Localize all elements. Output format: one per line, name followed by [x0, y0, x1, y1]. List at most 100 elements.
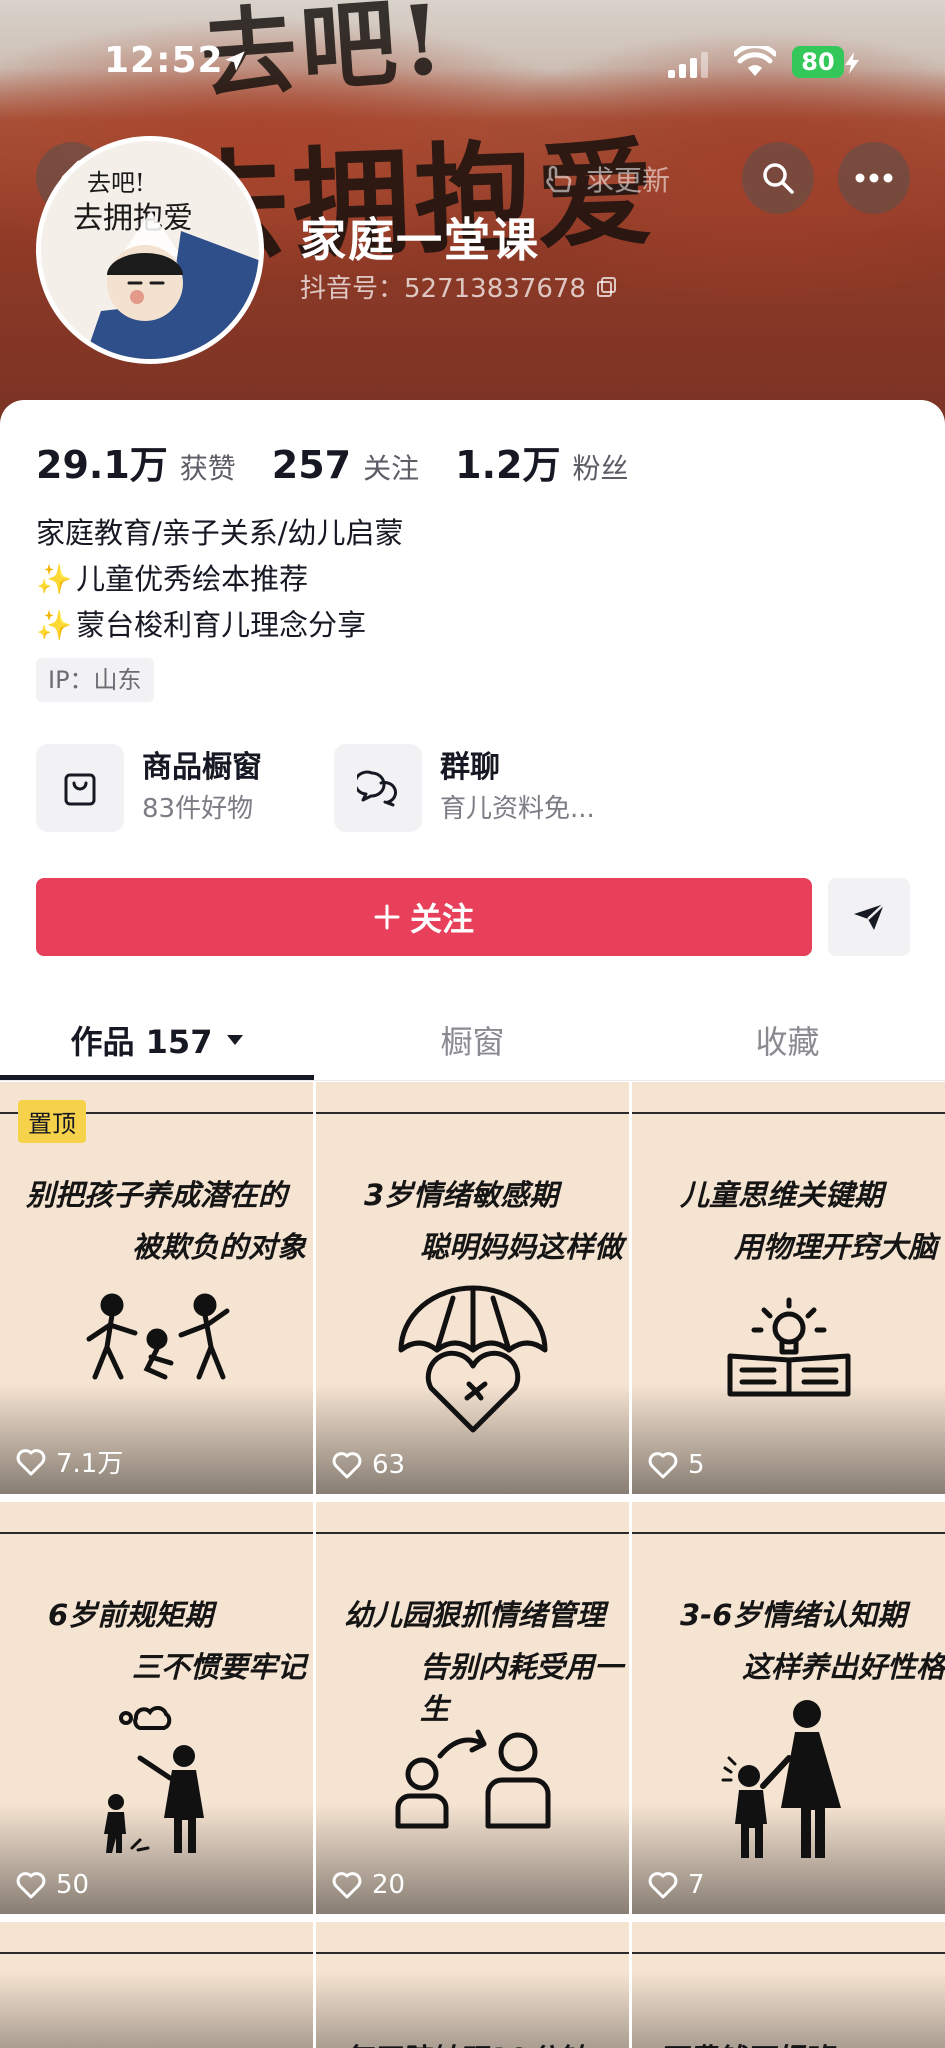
video-tile[interactable]: 置顶 别把孩子养成潜在的 被欺负的对象 7.1万 — [0, 1082, 313, 1494]
stat-followers[interactable]: 1.2万 粉丝 — [455, 434, 628, 489]
like-count-value: 50 — [56, 1870, 90, 1900]
more-options-button[interactable] — [838, 142, 910, 214]
bio-line-3: ✨ 蒙台梭利育儿理念分享 — [36, 602, 404, 648]
battery-icon: 80 — [792, 46, 844, 78]
video-title-line-1: 每天陪娃玩10分钟 — [316, 2036, 629, 2048]
video-title-line-2: 聪明妈妈这样做 — [420, 1230, 624, 1264]
video-title-line-1: 儿童思维关键期 — [680, 1178, 884, 1212]
parent-scolding-child-icon — [103, 1706, 204, 1853]
profile-card: 29.1万 获赞 257 关注 1.2万 粉丝 家庭教育/亲子关系/幼儿启蒙 ✨… — [0, 400, 945, 2048]
video-tile[interactable]: 每天陪娃玩10分钟 — [316, 1922, 629, 2048]
group-chat-title: 群聊 — [440, 750, 500, 785]
like-count-value: 5 — [688, 1450, 705, 1480]
cellular-signal-icon — [668, 52, 708, 78]
plus-icon — [374, 904, 400, 930]
heart-icon — [332, 1452, 362, 1479]
stat-followers-label: 粉丝 — [572, 452, 629, 485]
pinned-badge: 置顶 — [18, 1100, 86, 1143]
like-count: 20 — [332, 1870, 405, 1900]
stat-likes[interactable]: 29.1万 获赞 — [36, 434, 236, 489]
tab-works[interactable]: 作品 157 — [0, 1000, 315, 1080]
more-dots-icon — [855, 173, 893, 183]
avatar[interactable]: 去吧! 去拥抱爱 — [36, 136, 264, 364]
copy-icon[interactable] — [596, 276, 618, 298]
mother-child-icon — [721, 1700, 841, 1858]
video-title-line-2: 三不惯要牢记 — [132, 1650, 307, 1684]
video-title-line-1: 宝宝声音敏感期 — [0, 2040, 313, 2048]
bully-figures-icon — [86, 1293, 229, 1380]
like-count-value: 7.1万 — [56, 1449, 124, 1479]
video-title-line-1: 3岁情绪敏感期 — [364, 1178, 559, 1212]
wifi-icon — [734, 46, 776, 76]
group-chat-subtitle: 育儿资料免... — [440, 794, 595, 824]
video-tile[interactable]: 3岁情绪敏感期 聪明妈妈这样做 63 — [316, 1082, 629, 1494]
heart-icon — [16, 1448, 46, 1475]
bio-line-2-text: 儿童优秀绘本推荐 — [76, 562, 309, 596]
video-title-line-2: 被欺负的对象 — [132, 1230, 307, 1264]
profile-tabs: 作品 157 橱窗 收藏 — [0, 1000, 945, 1080]
shop-window-title: 商品橱窗 — [142, 750, 262, 785]
video-tile[interactable]: 不费钱不报班 — [632, 1922, 945, 2048]
sparkle-icon: ✨ — [36, 562, 73, 596]
video-tile[interactable]: 6岁前规矩期 三不惯要牢记 50 — [0, 1502, 313, 1914]
like-count-value: 7 — [688, 1870, 705, 1900]
bio-line-2: ✨ 儿童优秀绘本推荐 — [36, 556, 404, 602]
like-count: 50 — [16, 1870, 89, 1900]
shop-window-entry[interactable]: 商品橱窗 83件好物 — [36, 744, 262, 832]
tab-divider — [0, 1080, 945, 1081]
search-icon — [763, 163, 794, 194]
video-title-line-1: 别把孩子养成潜在的 — [26, 1178, 288, 1212]
stat-likes-value: 29.1万 — [36, 443, 168, 487]
like-count-value: 63 — [372, 1450, 406, 1480]
status-time: 12:52 — [104, 40, 224, 81]
video-title-line-1: 不费钱不报班 — [632, 2036, 945, 2048]
tab-works-label: 作品 157 — [70, 1023, 213, 1061]
charging-bolt-icon — [845, 52, 859, 74]
caret-down-icon[interactable] — [226, 1034, 244, 1046]
follow-label: 关注 — [409, 900, 474, 938]
location-arrow-icon — [225, 51, 245, 71]
video-tile[interactable]: 3-6岁情绪认知期 这样养出好性格 7 — [632, 1502, 945, 1914]
heart-icon — [648, 1872, 678, 1899]
hand-point-icon — [546, 165, 572, 193]
search-button[interactable] — [742, 142, 814, 214]
heart-icon — [16, 1872, 46, 1899]
group-chat-entry[interactable]: 群聊 育儿资料免... — [334, 744, 595, 832]
video-tile[interactable]: 宝宝声音敏感期 — [0, 1922, 313, 2048]
video-tile[interactable]: 儿童思维关键期 用物理开窍大脑 5 — [632, 1082, 945, 1494]
like-count: 7 — [648, 1870, 705, 1900]
bio-line-3-text: 蒙台梭利育儿理念分享 — [76, 608, 367, 642]
send-icon — [854, 903, 885, 930]
shopping-bag-icon — [64, 773, 96, 806]
profile-id[interactable]: 抖音号：52713837678 — [300, 268, 618, 305]
video-title-line-2: 用物理开窍大脑 — [734, 1230, 938, 1264]
video-title-line-1: 6岁前规矩期 — [48, 1598, 214, 1632]
profile-stats: 29.1万 获赞 257 关注 1.2万 粉丝 — [36, 434, 664, 489]
profile-name: 家庭一堂课 — [300, 213, 540, 267]
like-count-value: 20 — [372, 1870, 406, 1900]
heart-icon — [648, 1452, 678, 1479]
follow-button[interactable]: 关注 — [36, 878, 812, 956]
group-chat-icon-box — [334, 744, 422, 832]
avatar-illustration — [84, 211, 259, 359]
profile-id-text: 抖音号：52713837678 — [300, 274, 586, 304]
tab-favorites[interactable]: 收藏 — [630, 1000, 945, 1080]
like-count: 5 — [648, 1450, 705, 1480]
stat-followers-value: 1.2万 — [455, 443, 561, 487]
sparkle-icon: ✨ — [36, 608, 73, 642]
video-title-line-2: 这样养出好性格 — [742, 1650, 945, 1684]
share-button[interactable] — [828, 878, 910, 956]
shop-window-icon-box — [36, 744, 124, 832]
video-title-line-2: 告别内耗受用一生 — [420, 1650, 624, 1726]
video-tile[interactable]: 幼儿园狠抓情绪管理 告别内耗受用一生 20 — [316, 1502, 629, 1914]
stat-following[interactable]: 257 关注 — [272, 443, 419, 487]
emotion-transfer-icon — [395, 1729, 550, 1829]
like-count: 7.1万 — [16, 1443, 123, 1480]
chat-bubbles-icon — [357, 770, 398, 807]
ip-location-badge: IP：山东 — [36, 658, 154, 702]
tab-shop-window[interactable]: 橱窗 — [315, 1000, 630, 1080]
heart-icon — [332, 1872, 362, 1899]
stat-following-value: 257 — [271, 443, 352, 487]
request-update-button[interactable]: 求更新 — [528, 150, 688, 208]
video-title-line-1: 3-6岁情绪认知期 — [680, 1598, 907, 1632]
